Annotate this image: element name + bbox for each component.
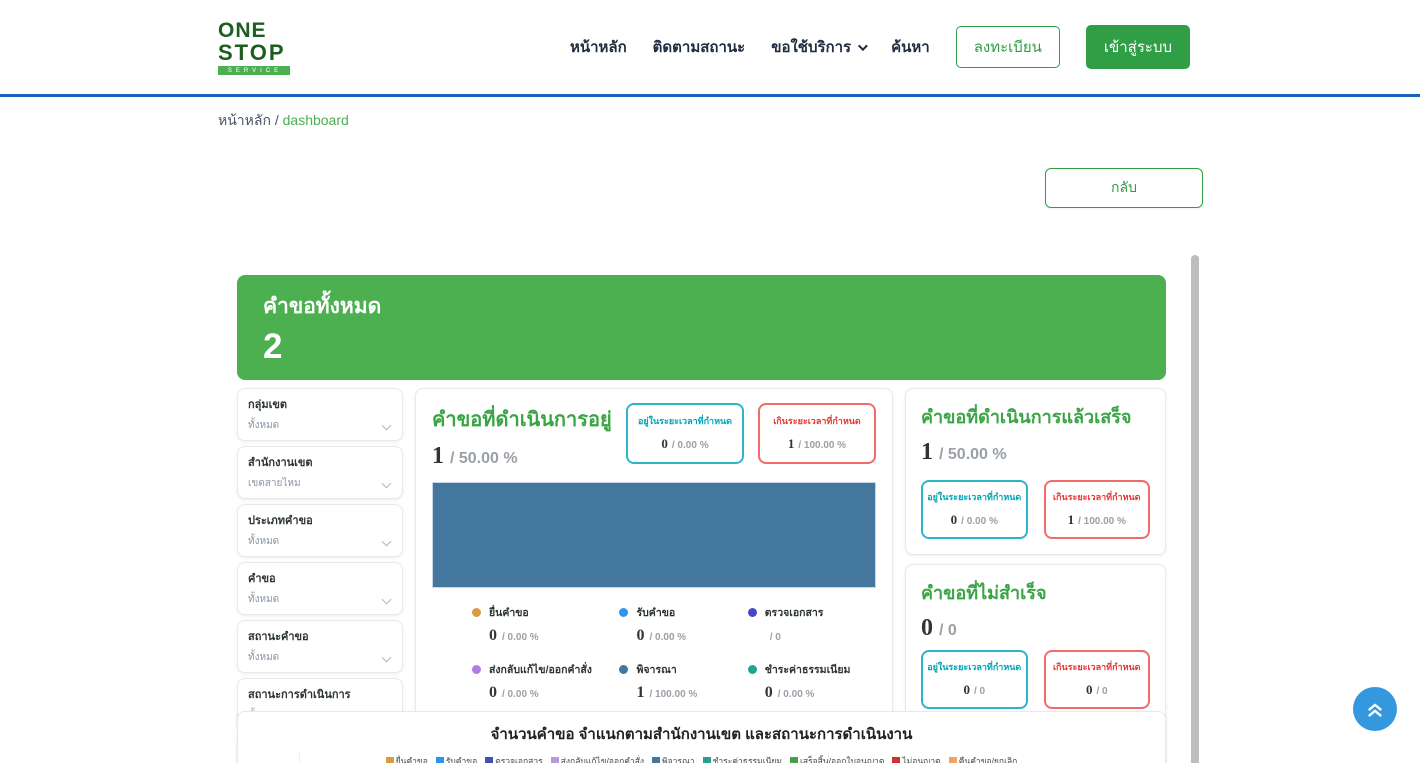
completed-card: คำขอที่ดำเนินการแล้วเสร็จ 1 / 50.00 % อยู… [905, 388, 1166, 555]
scrollbar-thumb[interactable] [1191, 255, 1199, 763]
page: ONE STOP SERVICE หน้าหลัก ติดตามสถานะ ขอ… [0, 0, 1420, 763]
banner-title: คำขอทั้งหมด [263, 290, 1140, 323]
request-select[interactable]: ทั้งหมด [248, 592, 392, 607]
status-distribution-bar [432, 482, 876, 588]
chart-legend-item: ไม่อนุญาต [892, 754, 940, 763]
unsuccessful-ratio: / 0 [939, 622, 957, 639]
back-button[interactable]: กลับ [1045, 168, 1203, 208]
chevron-down-icon [382, 537, 392, 547]
completed-overdue-box: เกินระยะเวลาที่กำหนด 1/ 100.00 % [1044, 480, 1151, 539]
unsuccessful-title: คำขอที่ไม่สำเร็จ [921, 578, 1150, 607]
filter-request-status: สถานะคำขอ ทั้งหมด [237, 620, 403, 673]
logo-line-service: SERVICE [218, 66, 290, 75]
chevron-down-icon [382, 595, 392, 605]
district-chart-legend: ยื่นคำขอ รับคำขอ ตรวจเอกสาร ส่งกลับแก้ไข… [238, 754, 1165, 763]
unsuccessful-on-time-box: อยู่ในระยะเวลาที่กำหนด 0/ 0 [921, 650, 1028, 709]
completed-ratio: / 50.00 % [939, 446, 1007, 463]
nav-home[interactable]: หน้าหลัก [570, 35, 627, 59]
legend-item-receive: รับคำขอ 0/ 0.00 % [619, 604, 747, 645]
scroll-to-top-button[interactable] [1353, 687, 1397, 731]
breadcrumb-current: dashboard [283, 112, 349, 128]
filter-request: คำขอ ทั้งหมด [237, 562, 403, 615]
chart-gridline [828, 753, 829, 763]
main-nav: หน้าหลัก ติดตามสถานะ ขอใช้บริการ ค้นหา ล… [570, 25, 1190, 69]
breadcrumb-separator: / [271, 112, 283, 128]
request-type-select[interactable]: ทั้งหมด [248, 534, 392, 549]
legend-swatch [703, 757, 711, 763]
in-progress-on-time-box: อยู่ในระยะเวลาที่กำหนด 0/ 0.00 % [626, 403, 744, 464]
legend-swatch [386, 757, 394, 763]
chevron-down-icon [382, 479, 392, 489]
legend-dot [472, 608, 481, 617]
logo-line-stop: STOP [218, 42, 290, 64]
double-chevron-up-icon [1364, 698, 1386, 720]
chart-legend-item: ตรวจเอกสาร [485, 754, 543, 763]
legend-swatch [790, 757, 798, 763]
chart-legend-item: ยื่นคำขอ [386, 754, 428, 763]
completed-title: คำขอที่ดำเนินการแล้วเสร็จ [921, 402, 1150, 431]
header: ONE STOP SERVICE หน้าหลัก ติดตามสถานะ ขอ… [0, 0, 1420, 97]
completed-on-time-box: อยู่ในระยะเวลาที่กำหนด 0/ 0.00 % [921, 480, 1028, 539]
completed-value: 1 [921, 439, 933, 465]
status-legend: ยื่นคำขอ 0/ 0.00 % รับคำขอ 0/ 0.00 % ตรว… [432, 604, 876, 702]
legend-dot [472, 665, 481, 674]
onestop-logo[interactable]: ONE STOP SERVICE [218, 20, 290, 75]
legend-item-return-fix: ส่งกลับแก้ไข/ออกคำสั่ง 0/ 0.00 % [472, 661, 619, 702]
legend-swatch [652, 757, 660, 763]
filter-district-group: กลุ่มเขต ทั้งหมด [237, 388, 403, 441]
filter-district-office: สำนักงานเขต เขตสายไหม [237, 446, 403, 499]
legend-swatch [485, 757, 493, 763]
legend-item-pay-fee: ชำระค่าธรรมเนียม 0/ 0.00 % [748, 661, 876, 702]
in-progress-card: คำขอที่ดำเนินการอยู่ 1 / 50.00 % อยู่ในระ… [415, 388, 893, 719]
legend-item-consider: พิจารณา 1/ 100.00 % [619, 661, 747, 702]
unsuccessful-overdue-box: เกินระยะเวลาที่กำหนด 0/ 0 [1044, 650, 1151, 709]
district-group-select[interactable]: ทั้งหมด [248, 418, 392, 433]
chart-legend-item: คืนคำขอ/ยกเลิก [949, 754, 1018, 763]
chart-legend-item: พิจารณา [652, 754, 695, 763]
legend-dot [748, 665, 757, 674]
login-button[interactable]: เข้าสู่ระบบ [1086, 25, 1190, 69]
nav-search[interactable]: ค้นหา [891, 35, 930, 59]
district-chart-title: จำนวนคำขอ จำแนกตามสำนักงานเขต และสถานะกา… [238, 722, 1165, 746]
legend-swatch [551, 757, 559, 763]
legend-item-check-docs: ตรวจเอกสาร / 0 [748, 604, 876, 645]
request-status-select[interactable]: ทั้งหมด [248, 650, 392, 665]
legend-dot [619, 608, 628, 617]
nav-request-service[interactable]: ขอใช้บริการ [771, 35, 865, 59]
banner-value: 2 [263, 327, 1140, 367]
legend-item-submit: ยื่นคำขอ 0/ 0.00 % [472, 604, 619, 645]
legend-swatch [949, 757, 957, 763]
chart-gridline [299, 753, 300, 763]
district-office-select[interactable]: เขตสายไหม [248, 476, 392, 491]
breadcrumb-home[interactable]: หน้าหลัก [218, 112, 271, 128]
chart-legend-item: ชำระค่าธรรมเนียม [703, 754, 782, 763]
legend-dot [748, 608, 757, 617]
chart-legend-item: เสร็จสิ้น/ออกใบอนุญาต [790, 754, 884, 763]
nav-track-status[interactable]: ติดตามสถานะ [653, 35, 746, 59]
in-progress-value: 1 [432, 443, 444, 469]
legend-swatch [436, 757, 444, 763]
in-progress-column: คำขอที่ดำเนินการอยู่ 1 / 50.00 % อยู่ในระ… [415, 388, 893, 719]
legend-swatch [892, 757, 900, 763]
logo-line-one: ONE [218, 20, 290, 41]
chevron-down-icon [382, 421, 392, 431]
dashboard-row: กลุ่มเขต ทั้งหมด สำนักงานเขต เขตสายไหม ป… [237, 388, 1166, 763]
total-requests-banner: คำขอทั้งหมด 2 [237, 275, 1166, 380]
register-button[interactable]: ลงทะเบียน [956, 26, 1060, 68]
district-chart-card: จำนวนคำขอ จำแนกตามสำนักงานเขต และสถานะกา… [237, 711, 1166, 763]
in-progress-overdue-box: เกินระยะเวลาที่กำหนด 1/ 100.00 % [758, 403, 876, 464]
unsuccessful-value: 0 [921, 615, 933, 641]
in-progress-ratio: / 50.00 % [450, 450, 518, 467]
chart-legend-item: ส่งกลับแก้ไข/ออกคำสั่ง [551, 754, 644, 763]
in-progress-title: คำขอที่ดำเนินการอยู่ [432, 403, 612, 435]
chart-legend-item: รับคำขอ [436, 754, 477, 763]
breadcrumb: หน้าหลัก / dashboard [218, 110, 349, 132]
legend-dot [619, 665, 628, 674]
chevron-down-icon [858, 41, 868, 51]
right-column: คำขอที่ดำเนินการแล้วเสร็จ 1 / 50.00 % อยู… [905, 388, 1166, 763]
chevron-down-icon [382, 653, 392, 663]
filter-request-type: ประเภทคำขอ ทั้งหมด [237, 504, 403, 557]
filter-sidebar: กลุ่มเขต ทั้งหมด สำนักงานเขต เขตสายไหม ป… [237, 388, 403, 763]
